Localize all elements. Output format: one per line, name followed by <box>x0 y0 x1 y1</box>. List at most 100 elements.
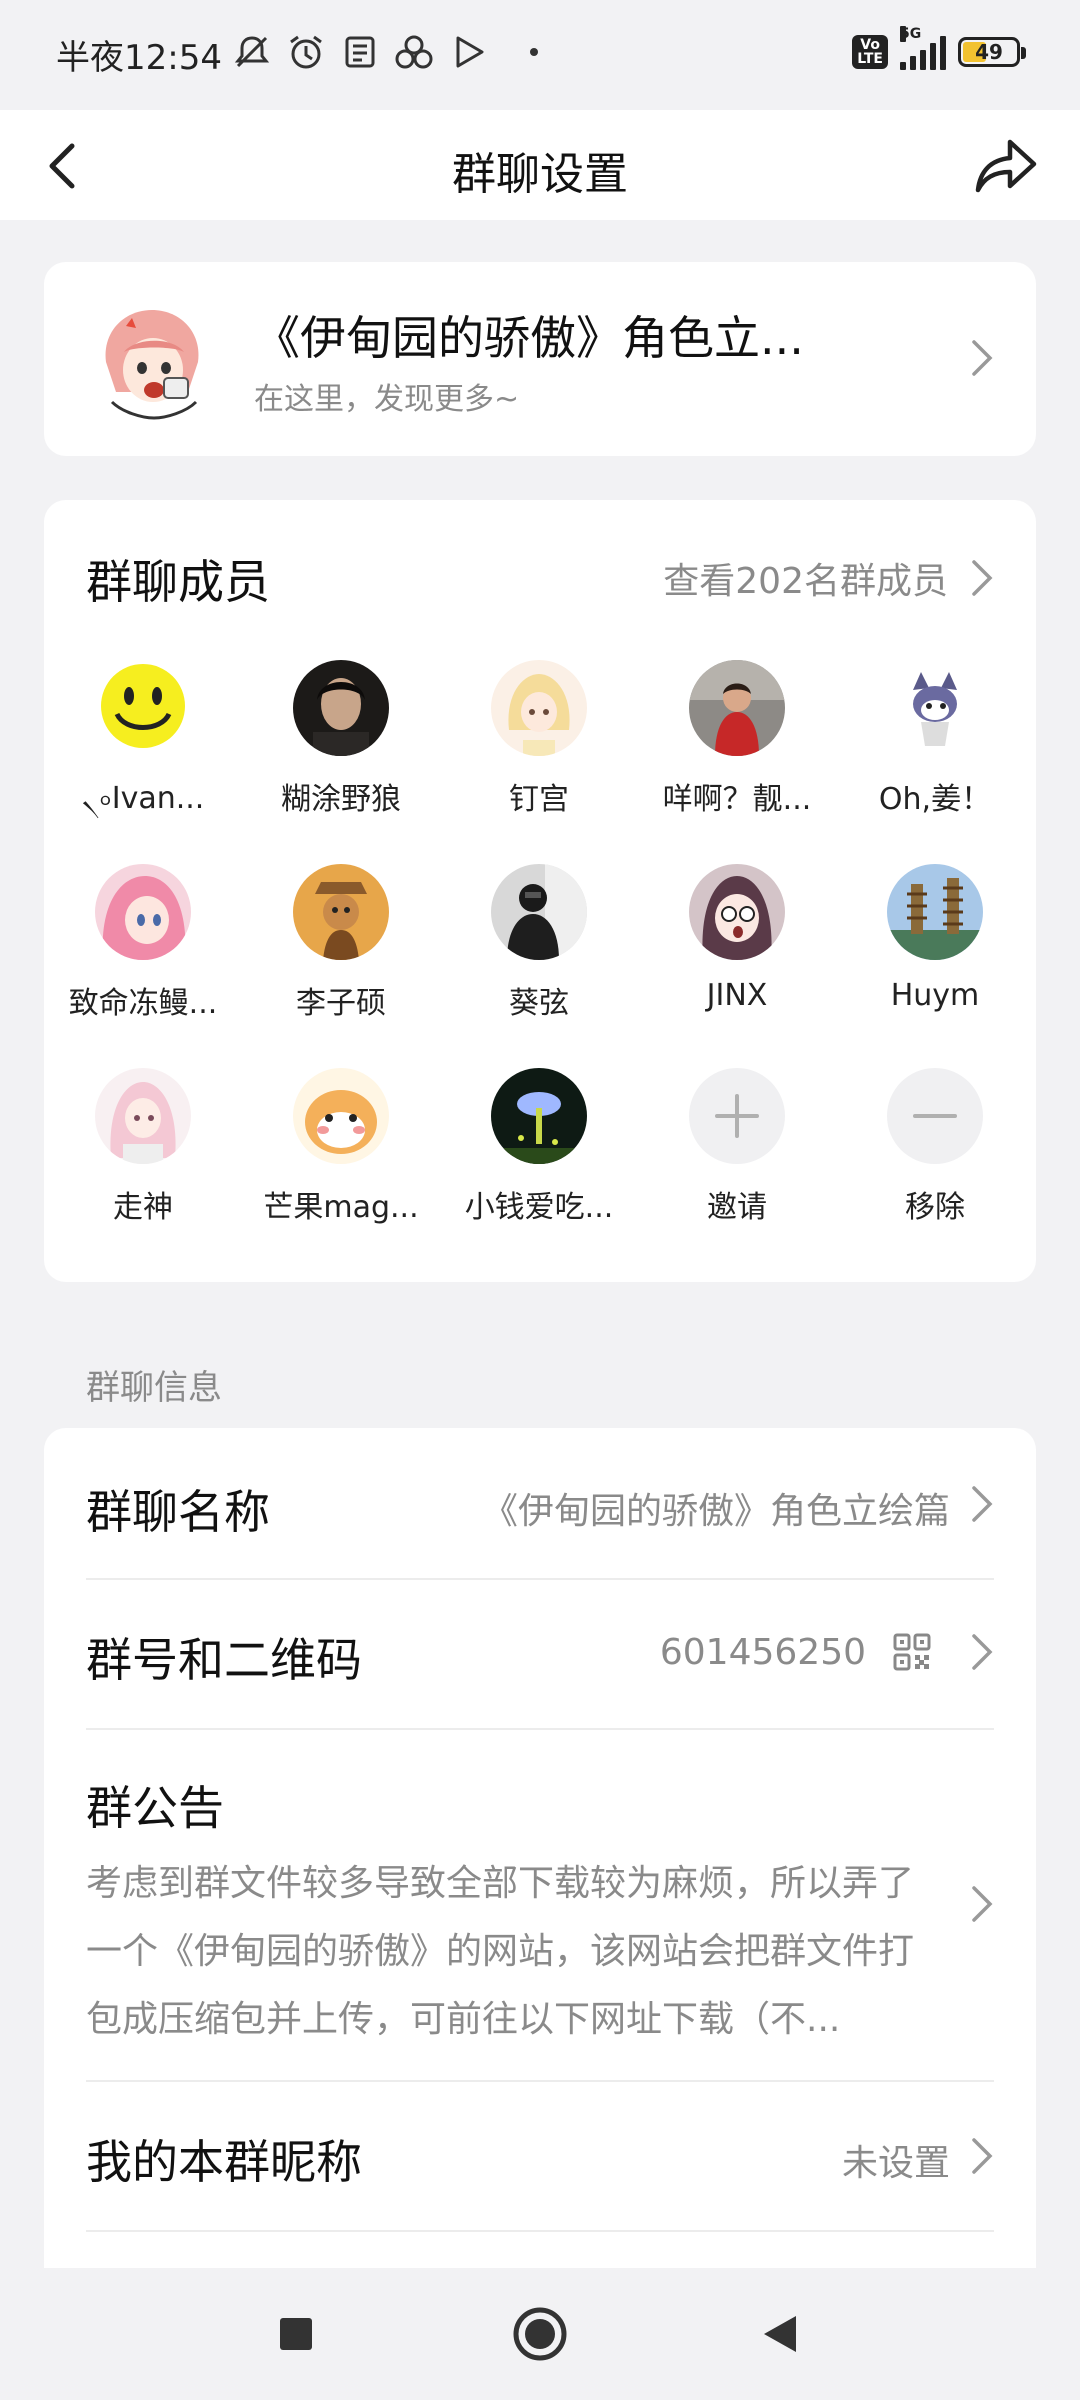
cloud-app-icon <box>395 35 433 69</box>
group-id-value: 601456250 <box>659 1632 866 1673</box>
group-name-label: 群聊名称 <box>86 1485 270 1539</box>
avatar <box>689 660 785 756</box>
glowing-mushroom-avatar-icon <box>491 1068 587 1164</box>
avatar <box>491 660 587 756</box>
member-name: JINX <box>706 978 768 1013</box>
avatar <box>95 660 191 756</box>
avatar <box>491 1068 587 1164</box>
member-item[interactable]: JINX <box>638 864 836 1013</box>
status-time: 半夜12:54 <box>56 38 222 78</box>
minus-icon <box>887 1068 983 1164</box>
member-item[interactable]: 糊涂野狼 <box>242 660 440 818</box>
chevron-right-icon <box>972 1634 993 1670</box>
avatar <box>887 660 983 756</box>
chevron-right-icon <box>972 1486 993 1522</box>
status-icons <box>232 32 538 72</box>
member-name: 小钱爱吃... <box>464 1190 614 1225</box>
anime-blonde-avatar-icon <box>491 660 587 756</box>
member-item[interactable]: 钉宫 <box>440 660 638 818</box>
page-title: 群聊设置 <box>452 149 628 200</box>
member-item[interactable]: 致命冻鳗... <box>44 864 242 1022</box>
member-name: 糊涂野狼 <box>281 782 401 817</box>
member-item[interactable]: 走神 <box>44 1068 242 1226</box>
my-nickname-value: 未设置 <box>841 2143 950 2184</box>
status-bar: 半夜12:54 Vo LTE 5G 49 <box>0 0 1080 110</box>
alarm-icon <box>290 35 322 69</box>
cartoon-hamster-avatar-icon <box>293 1068 389 1164</box>
volte-badge: Vo LTE <box>852 35 888 69</box>
member-item[interactable]: 葵弦 <box>440 864 638 1022</box>
member-item[interactable]: 小钱爱吃... <box>440 1068 638 1226</box>
qr-code-icon <box>893 1633 931 1671</box>
person-photo-avatar-icon <box>293 660 389 756</box>
my-nickname-label: 我的本群昵称 <box>86 2135 362 2189</box>
recent-apps-icon[interactable] <box>276 2314 316 2354</box>
member-name: 致命冻鳗... <box>68 986 218 1021</box>
view-all-members-link[interactable]: 查看202名群成员 <box>663 552 948 604</box>
group-name-row[interactable]: 群聊名称 《伊甸园的骄傲》角色立绘篇 <box>86 1428 994 1580</box>
mirror-selfie-avatar-icon <box>491 864 587 960</box>
member-name: Huym <box>890 978 980 1013</box>
my-nickname-row[interactable]: 我的本群昵称 未设置 <box>86 2080 994 2232</box>
title-bar: 群聊设置 <box>0 110 1080 220</box>
member-name: 芒果mag... <box>263 1190 419 1225</box>
anime-pastel-avatar-icon <box>95 1068 191 1164</box>
home-icon[interactable] <box>512 2306 568 2362</box>
group-notice-text: 考虑到群文件较多导致全部下载较为麻烦，所以弄了一个《伊甸园的骄傲》的网站，该网站… <box>86 1863 915 2040</box>
news-icon <box>345 36 375 68</box>
signal-icon: 5G <box>900 26 946 70</box>
anime-pink-hair-avatar-icon <box>95 864 191 960</box>
member-name: 李子硕 <box>296 986 386 1021</box>
member-item[interactable]: 咩啊？靓... <box>638 660 836 818</box>
chevron-right-icon[interactable] <box>970 558 994 598</box>
avatar <box>491 864 587 960</box>
member-item[interactable]: 李子硕 <box>242 864 440 1022</box>
member-item[interactable]: 芒果mag... <box>242 1068 440 1226</box>
member-name: 走神 <box>113 1190 173 1225</box>
anime-girl-avatar-icon <box>86 292 220 426</box>
mute-icon <box>234 36 270 68</box>
invite-button[interactable]: 邀请 <box>638 1068 836 1226</box>
avatar <box>95 864 191 960</box>
back-nav-icon[interactable] <box>760 2312 800 2356</box>
group-avatar <box>86 292 220 426</box>
share-icon[interactable] <box>972 132 1040 200</box>
avatar <box>293 660 389 756</box>
member-name: 钉宫 <box>509 782 569 817</box>
chevron-right-icon <box>972 2138 993 2174</box>
group-subtitle: 在这里，发现更多~ <box>254 382 520 417</box>
member-item[interactable]: Oh,姜！ <box>836 660 1034 818</box>
status-right: Vo LTE 5G 49 <box>852 26 1026 70</box>
members-card: 群聊成员 查看202名群成员 ৲৹Ivan... 糊涂野狼 钉宫 咩啊？靓...… <box>44 500 1036 1282</box>
group-name-value: 《伊甸园的骄傲》角色立绘篇 <box>481 1491 950 1532</box>
group-id-row[interactable]: 群号和二维码 601456250 <box>86 1578 994 1730</box>
avatar <box>293 864 389 960</box>
network-type: 5G <box>900 26 922 42</box>
more-notifications-dot <box>530 48 538 56</box>
avatar <box>95 1068 191 1164</box>
remove-button[interactable]: 移除 <box>836 1068 1034 1226</box>
group-info-card: 群聊名称 《伊甸园的骄傲》角色立绘篇 群号和二维码 601456250 群公告 … <box>44 1428 1036 2268</box>
members-title: 群聊成员 <box>86 555 270 609</box>
group-name: 《伊甸园的骄傲》角色立... <box>254 311 804 365</box>
member-item[interactable]: ৲৹Ivan... <box>44 660 242 825</box>
member-item[interactable]: Huym <box>836 864 1034 1013</box>
battery-icon: 49 <box>958 37 1026 67</box>
anime-cat-avatar-icon <box>887 660 983 756</box>
avatar <box>293 1068 389 1164</box>
avatar <box>689 864 785 960</box>
group-header-card[interactable]: 《伊甸园的骄傲》角色立... 在这里，发现更多~ <box>44 262 1036 456</box>
cartoon-mouse-avatar-icon <box>293 864 389 960</box>
group-notice-row[interactable]: 群公告 考虑到群文件较多导致全部下载较为麻烦，所以弄了一个《伊甸园的骄傲》的网站… <box>86 1728 994 2082</box>
chevron-right-icon <box>972 1886 993 1922</box>
plus-icon <box>689 1068 785 1164</box>
group-id-label: 群号和二维码 <box>86 1633 362 1687</box>
child-photo-avatar-icon <box>689 660 785 756</box>
system-nav-bar <box>0 2268 1080 2400</box>
anime-shocked-avatar-icon <box>689 864 785 960</box>
pagoda-photo-avatar-icon <box>887 864 983 960</box>
play-icon <box>456 36 484 68</box>
member-name: 咩啊？靓... <box>662 782 812 817</box>
member-name: ৲৹Ivan... <box>81 781 205 816</box>
member-name: 葵弦 <box>509 986 569 1021</box>
